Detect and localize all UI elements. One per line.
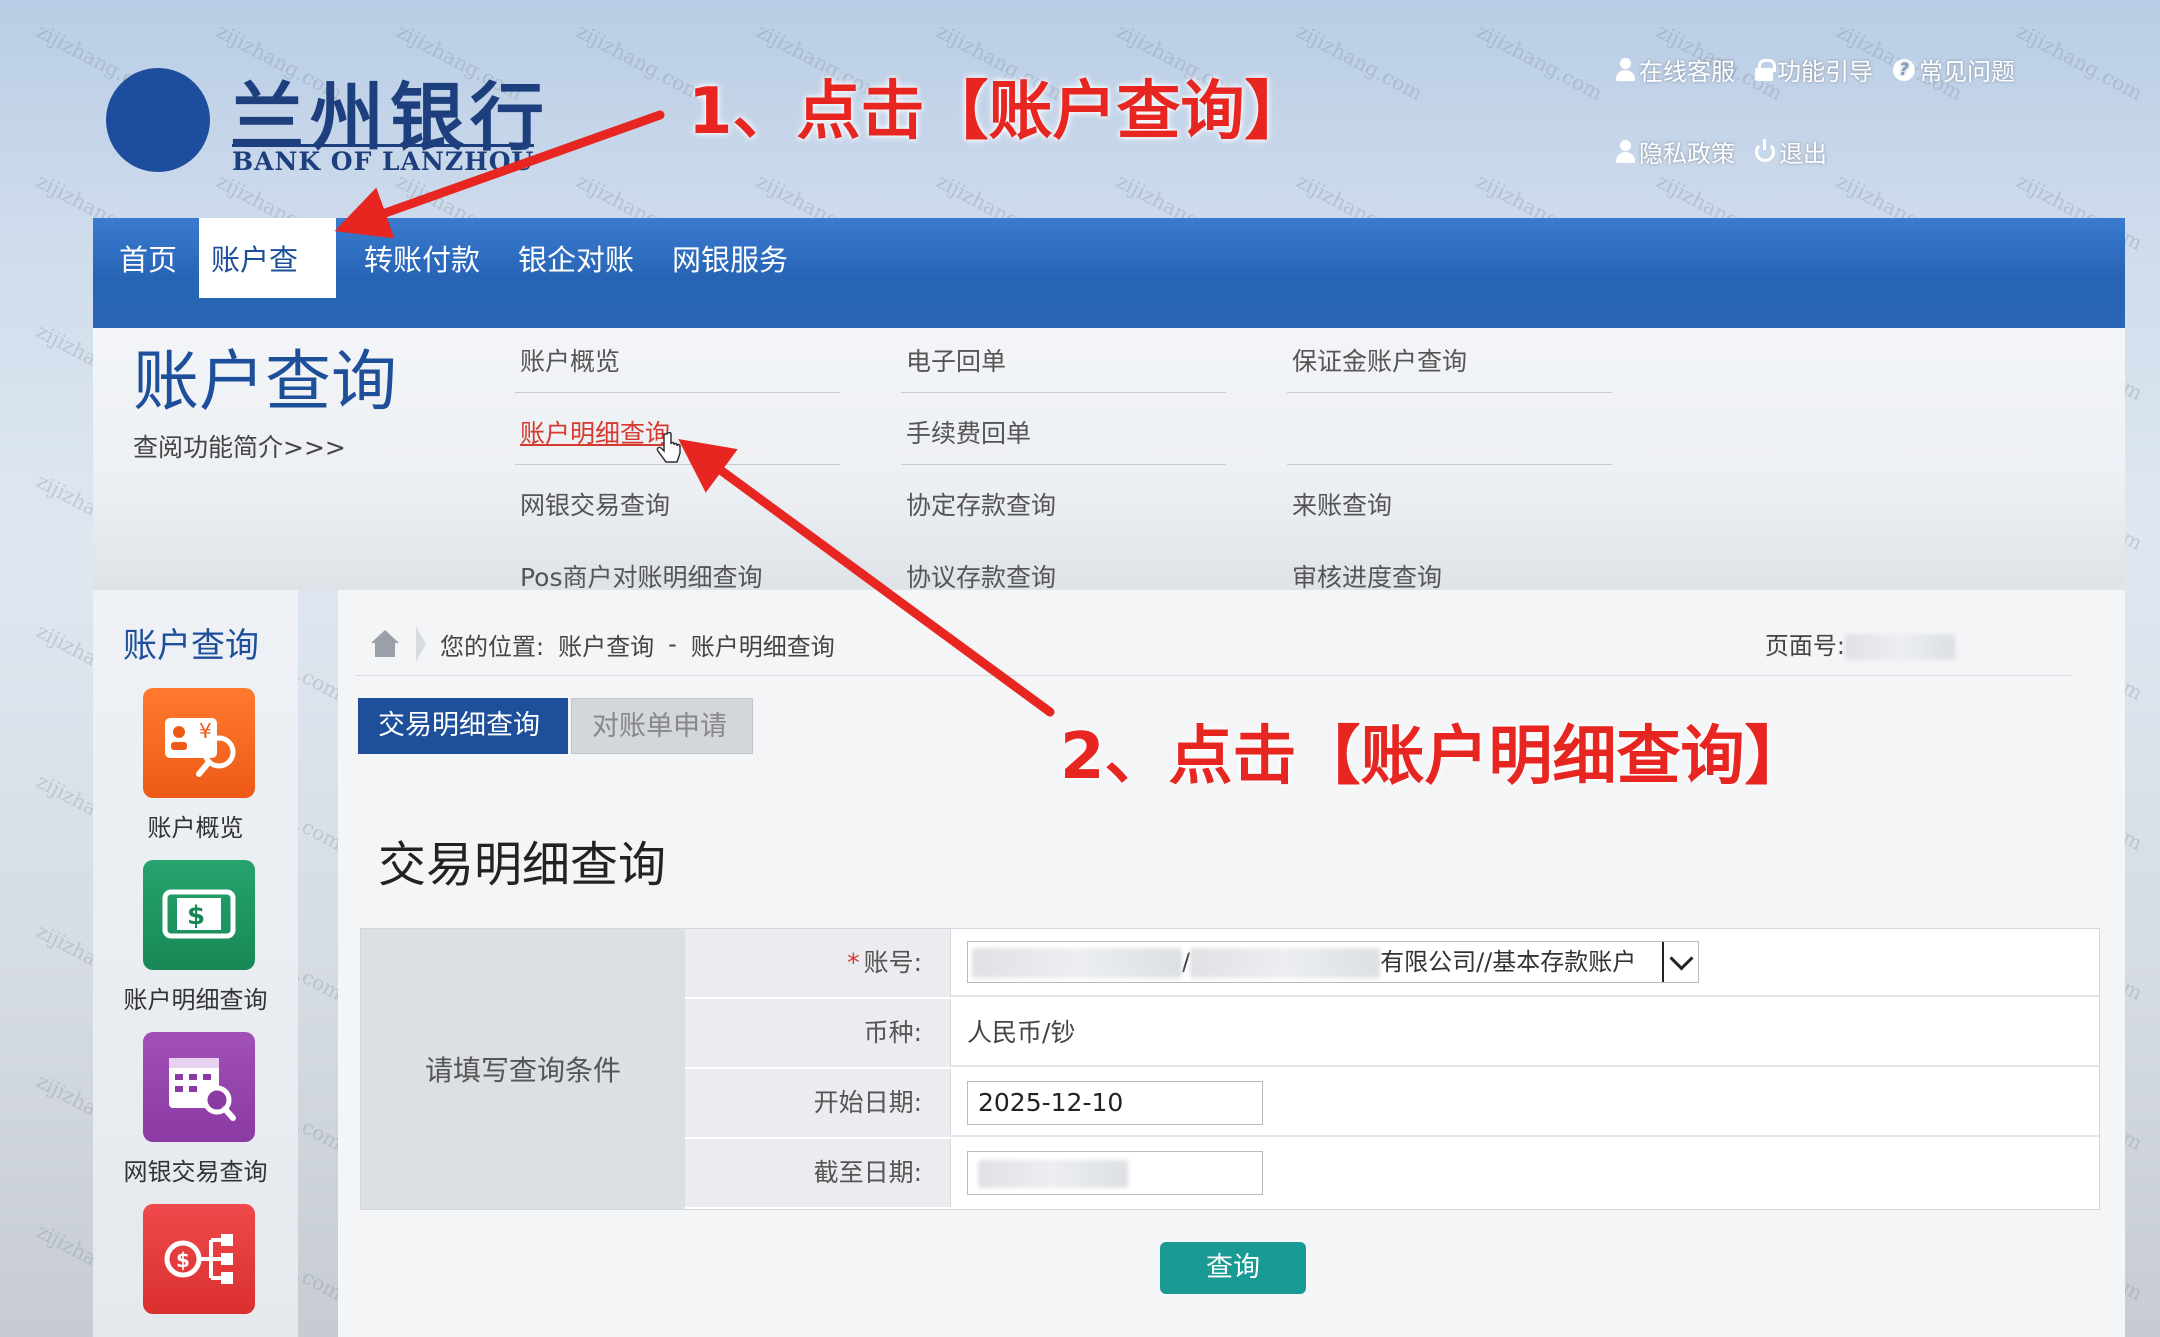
annotation-arrows: [334, 110, 1055, 717]
arrow-to-account-query: [334, 110, 665, 239]
arrow-to-account-detail: [678, 439, 1055, 717]
